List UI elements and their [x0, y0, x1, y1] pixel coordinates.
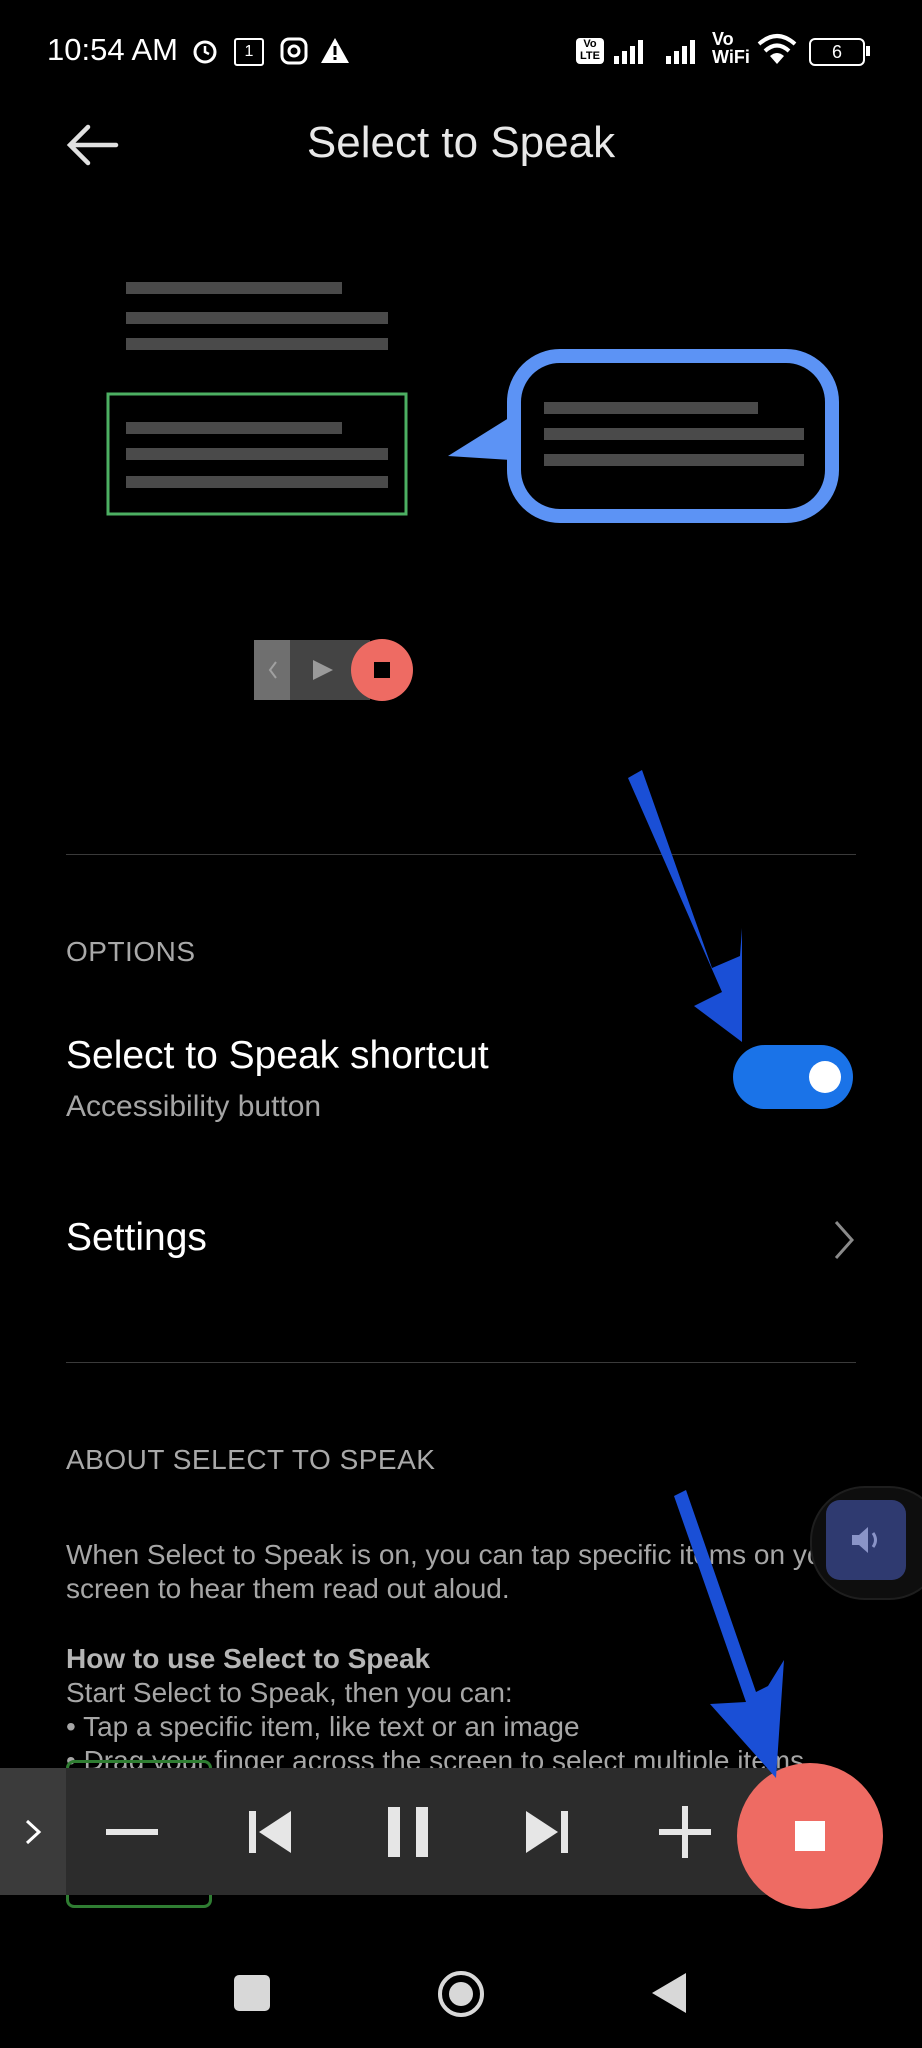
minus-icon — [106, 1828, 158, 1835]
status-bar: 10:54 AM 1 Vo LTE Vo WiFi 6 — [0, 0, 922, 110]
signal-icon-2 — [666, 40, 695, 64]
vowifi-label: Vo WiFi — [712, 29, 750, 67]
warning-icon — [321, 38, 349, 63]
player-expand-button[interactable] — [0, 1768, 66, 1895]
shortcut-subtitle: Accessibility button — [66, 1090, 322, 1123]
skip-previous-icon — [249, 1810, 291, 1853]
select-to-speak-illustration — [106, 282, 839, 701]
speaker-icon — [852, 1527, 877, 1553]
options-section-label: OPTIONS — [66, 936, 196, 967]
toggle-knob — [809, 1061, 841, 1093]
pause-button[interactable] — [349, 1768, 469, 1895]
divider — [66, 1362, 856, 1363]
back-nav-icon[interactable] — [650, 1971, 690, 2015]
wifi-icon — [757, 34, 797, 64]
recents-icon[interactable] — [234, 1975, 270, 2011]
about-section-label: ABOUT SELECT TO SPEAK — [66, 1444, 436, 1475]
home-icon[interactable] — [436, 1969, 486, 2019]
signal-icon-1 — [614, 40, 643, 64]
plus-icon — [659, 1805, 711, 1858]
volte-icon: Vo LTE — [576, 38, 604, 64]
shortcut-title: Select to Speak shortcut — [66, 1034, 489, 1077]
battery-icon: 6 — [809, 38, 865, 66]
page-title: Select to Speak — [306, 118, 616, 167]
notification-badge: 1 — [234, 38, 264, 66]
battery-tip — [866, 46, 870, 56]
instagram-icon — [280, 37, 308, 65]
pause-icon — [388, 1806, 428, 1857]
chevron-right-icon — [25, 1819, 42, 1844]
howto-heading: How to use Select to Speak — [66, 1643, 431, 1674]
speed-decrease-button[interactable] — [72, 1768, 192, 1895]
accessibility-floating-button[interactable] — [826, 1500, 906, 1580]
skip-next-icon — [526, 1810, 568, 1853]
settings-label: Settings — [66, 1216, 207, 1259]
alarm-icon — [193, 40, 217, 64]
next-button[interactable] — [487, 1768, 607, 1895]
settings-row[interactable]: Settings — [0, 1190, 922, 1290]
annotation-arrow-toggle — [628, 770, 742, 1042]
chevron-right-icon — [834, 1221, 855, 1259]
system-nav-bar — [0, 1915, 922, 2048]
status-time: 10:54 AM — [47, 32, 178, 67]
speed-increase-button[interactable] — [625, 1768, 745, 1895]
stop-icon — [795, 1821, 825, 1851]
stop-button[interactable] — [737, 1763, 883, 1909]
previous-button[interactable] — [210, 1768, 330, 1895]
annotation-arrow-stop — [674, 1490, 784, 1778]
